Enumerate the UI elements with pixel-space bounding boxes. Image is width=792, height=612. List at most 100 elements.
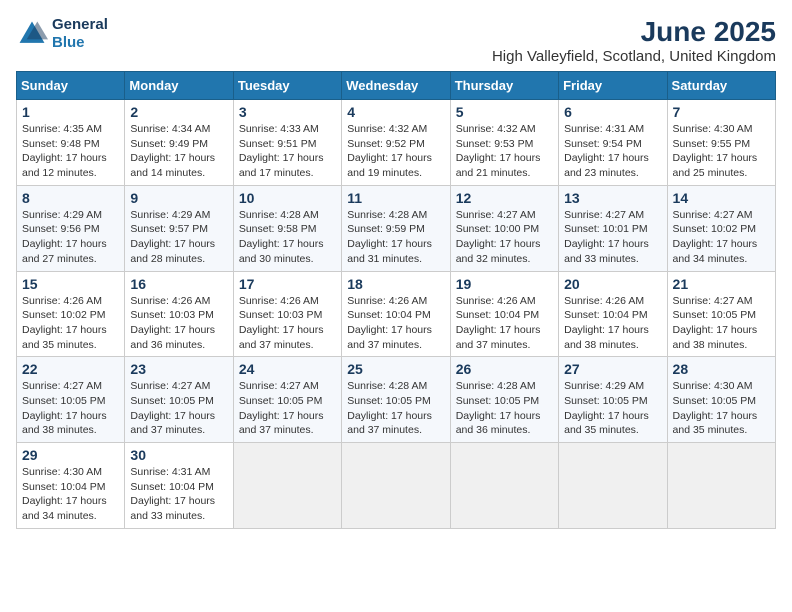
day-cell-19: 19 Sunrise: 4:26 AM Sunset: 10:04 PM Dayl… (450, 271, 558, 357)
day-number: 18 (347, 276, 444, 292)
day-number: 14 (673, 190, 770, 206)
day-cell-5: 5Sunrise: 4:32 AM Sunset: 9:53 PM Daylig… (450, 100, 558, 186)
day-info: Sunrise: 4:32 AM Sunset: 9:53 PM Dayligh… (456, 122, 553, 181)
day-cell-2: 2 Sunrise: 4:34 AM Sunset: 9:49 PM Daylig… (125, 100, 233, 186)
day-number: 15 (22, 276, 119, 292)
calendar-header-row: SundayMondayTuesdayWednesdayThursdayFrid… (17, 72, 776, 100)
day-cell-20: 20 Sunrise: 4:26 AM Sunset: 10:04 PM Dayl… (559, 271, 667, 357)
header-thursday: Thursday (450, 72, 558, 100)
day-info: Sunrise: 4:29 AM Sunset: 9:57 PM Dayligh… (130, 208, 227, 267)
logo-text: General Blue (52, 16, 108, 52)
day-cell-8: 8 Sunrise: 4:29 AM Sunset: 9:56 PM Daylig… (17, 185, 125, 271)
calendar-title: June 2025 (492, 16, 776, 48)
day-number: 17 (239, 276, 336, 292)
day-number: 23 (130, 361, 227, 377)
week-row-3: 15 Sunrise: 4:26 AM Sunset: 10:02 PM Dayl… (17, 271, 776, 357)
day-number: 8 (22, 190, 119, 206)
day-number: 21 (673, 276, 770, 292)
day-cell-27: 27 Sunrise: 4:29 AM Sunset: 10:05 PM Dayl… (559, 357, 667, 443)
day-info: Sunrise: 4:26 AM Sunset: 10:03 PM Daylig… (130, 294, 227, 353)
day-cell-23: 23 Sunrise: 4:27 AM Sunset: 10:05 PM Dayl… (125, 357, 233, 443)
day-info: Sunrise: 4:28 AM Sunset: 9:59 PM Dayligh… (347, 208, 444, 267)
day-info: Sunrise: 4:28 AM Sunset: 10:05 PM Daylig… (347, 379, 444, 438)
day-info: Sunrise: 4:27 AM Sunset: 10:05 PM Daylig… (673, 294, 770, 353)
header-wednesday: Wednesday (342, 72, 450, 100)
day-cell-18: 18 Sunrise: 4:26 AM Sunset: 10:04 PM Dayl… (342, 271, 450, 357)
day-info: Sunrise: 4:30 AM Sunset: 10:04 PM Daylig… (22, 465, 119, 524)
page-header: General Blue June 2025 High Valleyfield,… (16, 16, 776, 65)
day-cell-24: 24 Sunrise: 4:27 AM Sunset: 10:05 PM Dayl… (233, 357, 341, 443)
day-number: 28 (673, 361, 770, 377)
day-cell-9: 9Sunrise: 4:29 AM Sunset: 9:57 PM Daylig… (125, 185, 233, 271)
week-row-5: 29 Sunrise: 4:30 AM Sunset: 10:04 PM Dayl… (17, 443, 776, 529)
day-cell-6: 6 Sunrise: 4:31 AM Sunset: 9:54 PM Daylig… (559, 100, 667, 186)
day-number: 24 (239, 361, 336, 377)
day-info: Sunrise: 4:26 AM Sunset: 10:02 PM Daylig… (22, 294, 119, 353)
day-info: Sunrise: 4:26 AM Sunset: 10:03 PM Daylig… (239, 294, 336, 353)
header-tuesday: Tuesday (233, 72, 341, 100)
logo: General Blue (16, 16, 108, 52)
day-cell-empty (450, 443, 558, 529)
header-sunday: Sunday (17, 72, 125, 100)
day-info: Sunrise: 4:26 AM Sunset: 10:04 PM Daylig… (564, 294, 661, 353)
day-cell-empty (559, 443, 667, 529)
day-info: Sunrise: 4:27 AM Sunset: 10:01 PM Daylig… (564, 208, 661, 267)
day-cell-21: 21 Sunrise: 4:27 AM Sunset: 10:05 PM Dayl… (667, 271, 775, 357)
week-row-4: 22 Sunrise: 4:27 AM Sunset: 10:05 PM Dayl… (17, 357, 776, 443)
day-number: 25 (347, 361, 444, 377)
day-cell-28: 28 Sunrise: 4:30 AM Sunset: 10:05 PM Dayl… (667, 357, 775, 443)
calendar-subtitle: High Valleyfield, Scotland, United Kingd… (492, 48, 776, 65)
day-number: 11 (347, 190, 444, 206)
day-number: 12 (456, 190, 553, 206)
day-cell-12: 12Sunrise: 4:27 AM Sunset: 10:00 PM Dayl… (450, 185, 558, 271)
day-number: 27 (564, 361, 661, 377)
week-row-1: 1 Sunrise: 4:35 AM Sunset: 9:48 PM Daylig… (17, 100, 776, 186)
day-info: Sunrise: 4:26 AM Sunset: 10:04 PM Daylig… (456, 294, 553, 353)
day-info: Sunrise: 4:31 AM Sunset: 10:04 PM Daylig… (130, 465, 227, 524)
day-info: Sunrise: 4:27 AM Sunset: 10:05 PM Daylig… (22, 379, 119, 438)
day-info: Sunrise: 4:32 AM Sunset: 9:52 PM Dayligh… (347, 122, 444, 181)
day-info: Sunrise: 4:34 AM Sunset: 9:49 PM Dayligh… (130, 122, 227, 181)
day-number: 26 (456, 361, 553, 377)
week-row-2: 8 Sunrise: 4:29 AM Sunset: 9:56 PM Daylig… (17, 185, 776, 271)
day-number: 7 (673, 104, 770, 120)
day-info: Sunrise: 4:35 AM Sunset: 9:48 PM Dayligh… (22, 122, 119, 181)
day-info: Sunrise: 4:29 AM Sunset: 9:56 PM Dayligh… (22, 208, 119, 267)
calendar-table: SundayMondayTuesdayWednesdayThursdayFrid… (16, 71, 776, 529)
day-number: 1 (22, 104, 119, 120)
calendar-body: 1 Sunrise: 4:35 AM Sunset: 9:48 PM Daylig… (17, 100, 776, 529)
day-cell-26: 26 Sunrise: 4:28 AM Sunset: 10:05 PM Dayl… (450, 357, 558, 443)
day-info: Sunrise: 4:28 AM Sunset: 10:05 PM Daylig… (456, 379, 553, 438)
day-cell-17: 17 Sunrise: 4:26 AM Sunset: 10:03 PM Dayl… (233, 271, 341, 357)
day-cell-25: 25 Sunrise: 4:28 AM Sunset: 10:05 PM Dayl… (342, 357, 450, 443)
day-cell-29: 29 Sunrise: 4:30 AM Sunset: 10:04 PM Dayl… (17, 443, 125, 529)
day-number: 30 (130, 447, 227, 463)
day-info: Sunrise: 4:30 AM Sunset: 9:55 PM Dayligh… (673, 122, 770, 181)
day-info: Sunrise: 4:27 AM Sunset: 10:05 PM Daylig… (130, 379, 227, 438)
day-info: Sunrise: 4:31 AM Sunset: 9:54 PM Dayligh… (564, 122, 661, 181)
day-cell-7: 7 Sunrise: 4:30 AM Sunset: 9:55 PM Daylig… (667, 100, 775, 186)
day-info: Sunrise: 4:27 AM Sunset: 10:05 PM Daylig… (239, 379, 336, 438)
header-saturday: Saturday (667, 72, 775, 100)
day-number: 6 (564, 104, 661, 120)
day-info: Sunrise: 4:33 AM Sunset: 9:51 PM Dayligh… (239, 122, 336, 181)
day-info: Sunrise: 4:29 AM Sunset: 10:05 PM Daylig… (564, 379, 661, 438)
day-number: 22 (22, 361, 119, 377)
day-info: Sunrise: 4:26 AM Sunset: 10:04 PM Daylig… (347, 294, 444, 353)
header-monday: Monday (125, 72, 233, 100)
day-cell-3: 3Sunrise: 4:33 AM Sunset: 9:51 PM Daylig… (233, 100, 341, 186)
day-number: 19 (456, 276, 553, 292)
day-cell-10: 10Sunrise: 4:28 AM Sunset: 9:58 PM Dayli… (233, 185, 341, 271)
day-cell-15: 15 Sunrise: 4:26 AM Sunset: 10:02 PM Dayl… (17, 271, 125, 357)
day-cell-empty (667, 443, 775, 529)
day-cell-30: 30 Sunrise: 4:31 AM Sunset: 10:04 PM Dayl… (125, 443, 233, 529)
day-number: 13 (564, 190, 661, 206)
day-number: 20 (564, 276, 661, 292)
day-number: 29 (22, 447, 119, 463)
day-cell-14: 14Sunrise: 4:27 AM Sunset: 10:02 PM Dayl… (667, 185, 775, 271)
day-cell-16: 16Sunrise: 4:26 AM Sunset: 10:03 PM Dayl… (125, 271, 233, 357)
day-info: Sunrise: 4:30 AM Sunset: 10:05 PM Daylig… (673, 379, 770, 438)
day-number: 2 (130, 104, 227, 120)
logo-icon (16, 18, 48, 50)
title-block: June 2025 High Valleyfield, Scotland, Un… (492, 16, 776, 65)
